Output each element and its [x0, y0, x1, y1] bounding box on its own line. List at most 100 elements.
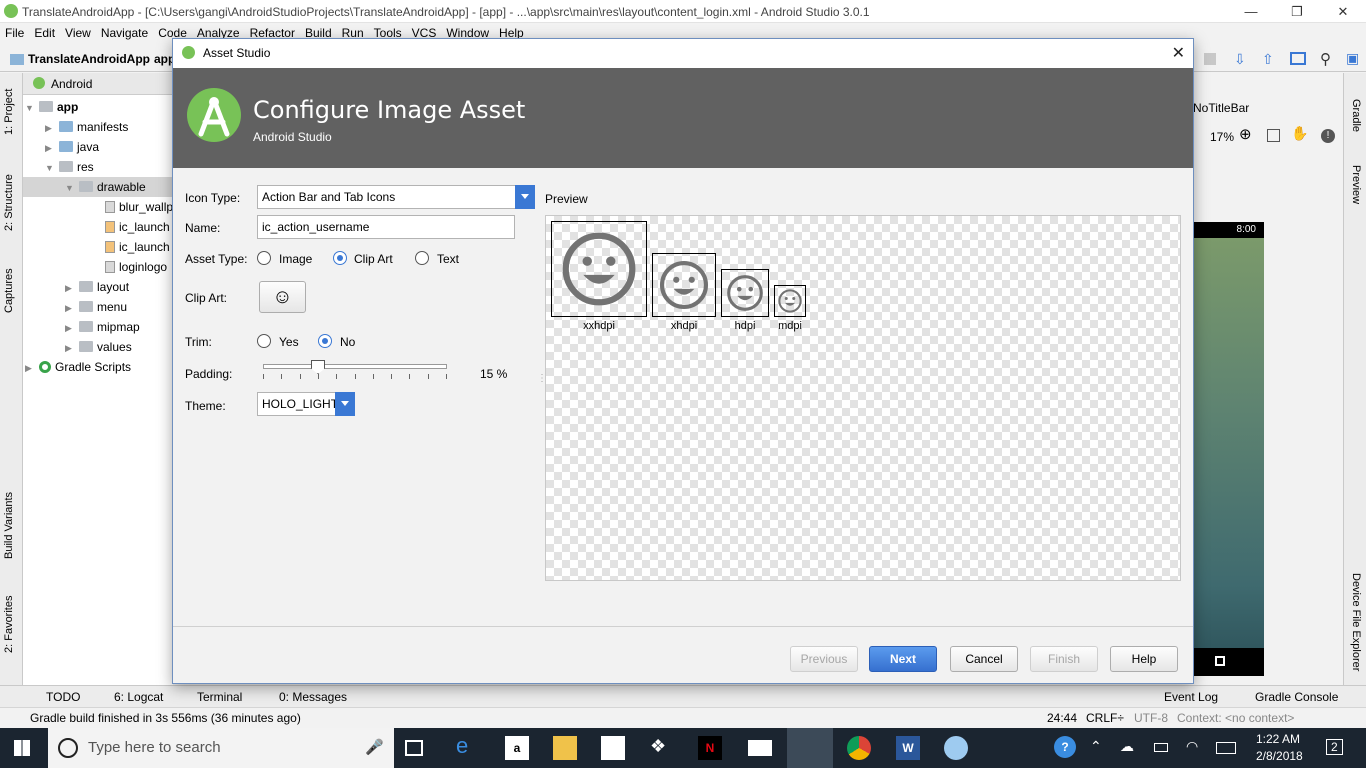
asset-type-text-label[interactable]: Text [437, 252, 459, 266]
tool-tab-build-variants[interactable]: Build Variants [3, 492, 15, 559]
tree-item-gradle-scripts[interactable]: ▶ Gradle Scripts [25, 357, 131, 377]
ide-settings-icon[interactable]: ▣ [1346, 50, 1359, 67]
dropbox-icon[interactable]: ❖ [650, 736, 674, 760]
clock-date[interactable]: 2/8/2018 [1256, 749, 1303, 763]
expand-arrow-icon[interactable]: ▶ [65, 338, 79, 358]
tool-tab-captures[interactable]: Captures [3, 268, 15, 313]
expand-arrow-icon[interactable]: ▶ [65, 278, 79, 298]
line-separator[interactable]: CRLF÷ [1086, 711, 1124, 725]
tree-item-menu[interactable]: ▶ menu [65, 297, 127, 317]
zoom-in-icon[interactable]: ⊕ [1239, 125, 1252, 143]
chevron-down-icon[interactable] [335, 392, 355, 416]
close-window-icon[interactable]: ✕ [1320, 0, 1366, 23]
tool-tab-project[interactable]: 1: Project [3, 89, 15, 135]
icon-type-select[interactable]: Action Bar and Tab Icons [257, 185, 535, 209]
expand-arrow-icon[interactable]: ▶ [65, 318, 79, 338]
expand-arrow-icon[interactable]: ▶ [65, 298, 79, 318]
netflix-icon[interactable]: N [698, 736, 722, 760]
file-explorer-icon[interactable] [553, 736, 577, 760]
theme-select[interactable]: HOLO_LIGHT [257, 392, 355, 416]
zoom-fit-icon[interactable] [1267, 129, 1280, 142]
asset-type-image-label[interactable]: Image [279, 252, 312, 266]
cortana-icon[interactable] [58, 738, 78, 758]
search-icon[interactable]: ⚲ [1320, 50, 1331, 68]
tool-tab-preview[interactable]: Preview [1350, 165, 1362, 204]
next-button[interactable]: Next [869, 646, 937, 672]
store-icon[interactable] [601, 736, 625, 760]
menu-view[interactable]: View [60, 23, 96, 40]
tool-tab-terminal[interactable]: Terminal [197, 690, 242, 704]
trim-yes-label[interactable]: Yes [279, 335, 299, 349]
breadcrumb-project[interactable]: TranslateAndroidApp [28, 52, 150, 66]
amazon-icon[interactable]: a [505, 736, 529, 760]
trim-no-label[interactable]: No [340, 335, 355, 349]
tree-item-app[interactable]: ▼ app [25, 97, 78, 117]
expand-arrow-icon[interactable]: ▶ [45, 138, 59, 158]
tree-item-file[interactable]: loginlogo [105, 257, 173, 277]
slider-thumb[interactable] [311, 360, 325, 374]
warnings-icon[interactable]: ! [1321, 129, 1335, 143]
collapse-arrow-icon[interactable]: ▼ [65, 178, 79, 198]
tree-item-mipmap[interactable]: ▶ mipmap [65, 317, 140, 337]
name-input[interactable] [257, 215, 515, 239]
sdk-manager-icon[interactable]: ⇩ [1234, 51, 1246, 68]
keyboard-icon[interactable] [1216, 742, 1236, 754]
tool-tab-logcat[interactable]: 6: Logcat [114, 690, 163, 704]
paint-icon[interactable] [944, 736, 968, 760]
task-view-icon[interactable] [405, 740, 423, 756]
asset-type-text-radio[interactable] [415, 251, 429, 265]
tool-tab-todo[interactable]: TODO [46, 690, 80, 704]
theme-selector-partial[interactable]: NoTitleBar [1193, 101, 1249, 115]
file-encoding[interactable]: UTF-8 [1134, 711, 1168, 725]
restore-icon[interactable]: ❐ [1274, 0, 1320, 23]
collapse-arrow-icon[interactable]: ▼ [25, 98, 39, 118]
notification-count[interactable]: 2 [1326, 739, 1343, 755]
tree-item-manifests[interactable]: ▶ manifests [45, 117, 128, 137]
tool-tab-gradle[interactable]: Gradle [1350, 99, 1362, 132]
clock-time[interactable]: 1:22 AM [1256, 732, 1300, 746]
minimize-icon[interactable]: — [1228, 0, 1274, 23]
tree-item-file[interactable]: ic_launch [105, 237, 173, 257]
mail-icon[interactable] [748, 740, 772, 756]
tool-tab-gradle-console[interactable]: Gradle Console [1255, 690, 1338, 704]
tree-item-layout[interactable]: ▶ layout [65, 277, 129, 297]
android-studio-taskbar-icon[interactable] [787, 728, 833, 768]
word-icon[interactable]: W [896, 736, 920, 760]
previous-button[interactable]: Previous [790, 646, 858, 672]
microphone-icon[interactable]: 🎤 [365, 738, 384, 756]
asset-type-clipart-radio[interactable] [333, 251, 347, 265]
finish-button[interactable]: Finish [1030, 646, 1098, 672]
tree-item-values[interactable]: ▶ values [65, 337, 132, 357]
help-button[interactable]: Help [1110, 646, 1178, 672]
tree-item-java[interactable]: ▶ java [45, 137, 99, 157]
padding-slider[interactable] [263, 357, 447, 381]
project-view-selector[interactable]: Android [51, 77, 92, 91]
pan-icon[interactable]: ✋ [1291, 125, 1308, 142]
collapse-arrow-icon[interactable]: ▼ [45, 158, 59, 178]
tool-tab-event-log[interactable]: Event Log [1164, 690, 1218, 704]
cancel-button[interactable]: Cancel [950, 646, 1018, 672]
tray-chevron-icon[interactable]: ⌃ [1090, 738, 1102, 755]
toolbar-stop-icon[interactable] [1204, 53, 1216, 65]
caret-position[interactable]: 24:44 [1047, 711, 1077, 725]
chrome-icon[interactable] [847, 736, 871, 760]
tree-item-res[interactable]: ▼ res [45, 157, 94, 177]
tree-item-drawable[interactable]: ▼ drawable [23, 177, 173, 197]
menu-edit[interactable]: Edit [29, 23, 60, 40]
windows-start-icon[interactable] [14, 740, 30, 756]
project-structure-icon[interactable] [1290, 52, 1306, 65]
expand-arrow-icon[interactable]: ▶ [25, 358, 39, 378]
help-icon[interactable]: ? [1054, 736, 1076, 758]
trim-no-radio[interactable] [318, 334, 332, 348]
tree-item-file[interactable]: ic_launch [105, 217, 173, 237]
tree-item-file[interactable]: blur_wallp [105, 197, 173, 217]
edge-icon[interactable]: e [456, 733, 480, 758]
menu-file[interactable]: File [0, 23, 29, 40]
trim-yes-radio[interactable] [257, 334, 271, 348]
taskbar-search-box[interactable]: Type here to search [48, 728, 394, 768]
battery-icon[interactable] [1154, 743, 1168, 752]
tool-tab-structure[interactable]: 2: Structure [3, 174, 15, 231]
avd-manager-icon[interactable]: ⇧ [1262, 51, 1274, 68]
asset-type-clipart-label[interactable]: Clip Art [354, 252, 393, 266]
chevron-down-icon[interactable] [515, 185, 535, 209]
